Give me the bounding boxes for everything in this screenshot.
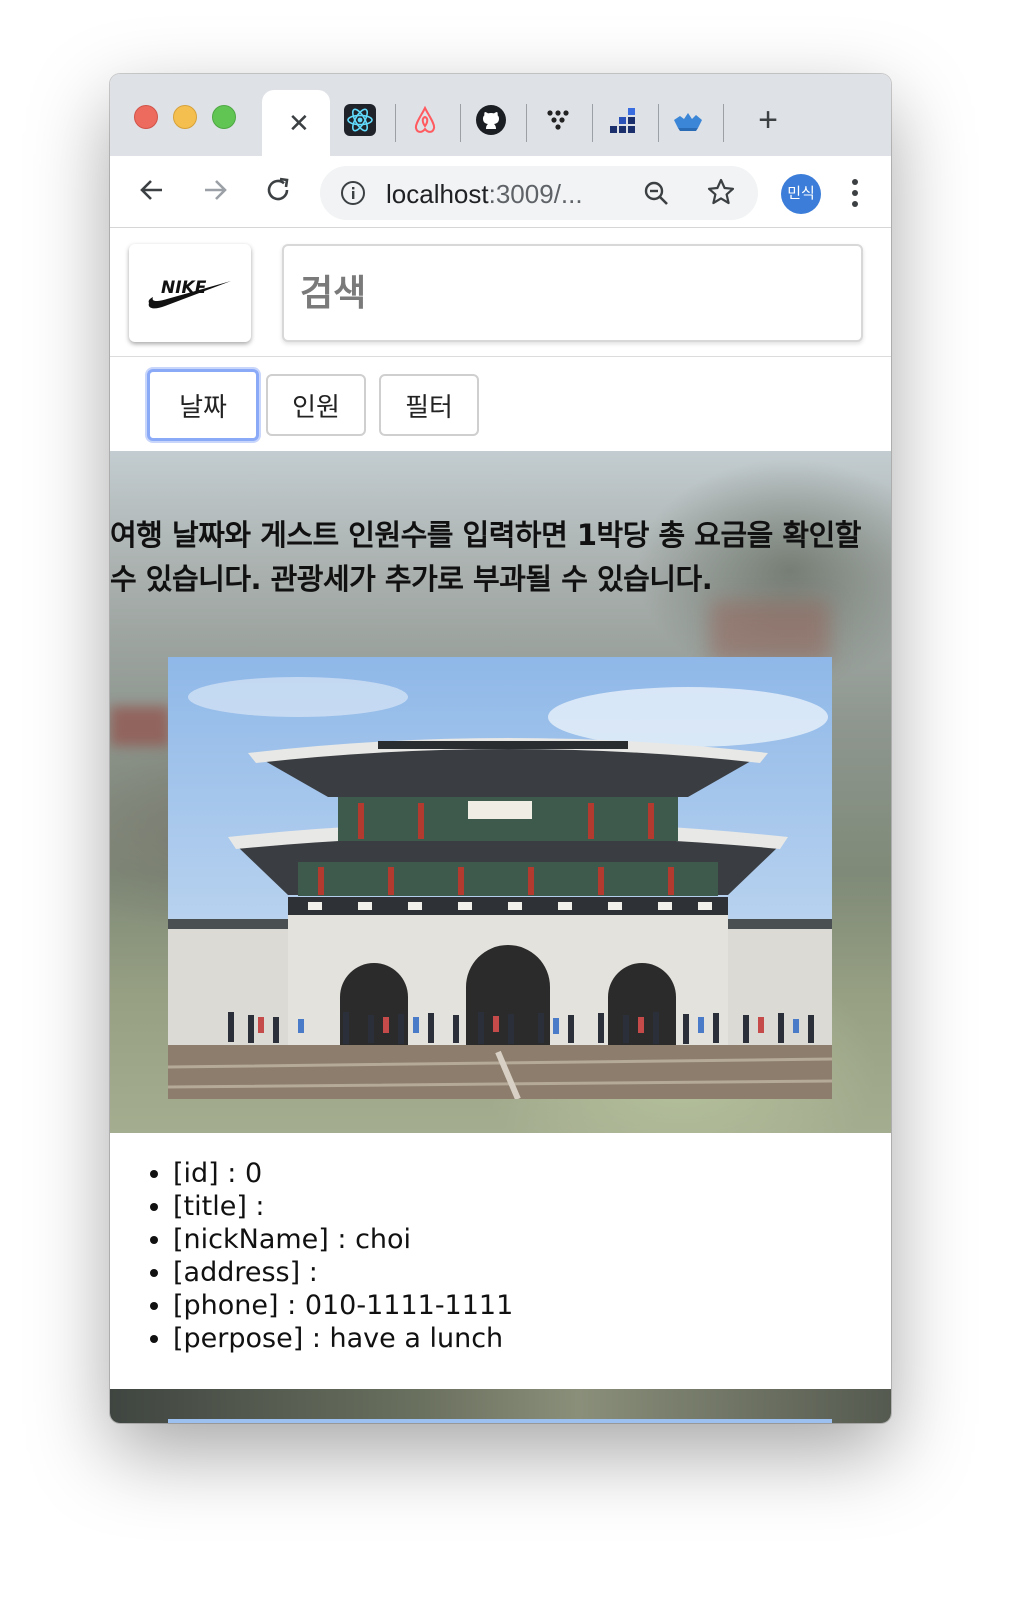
chart-blocks-icon xyxy=(607,104,639,141)
tab-separator xyxy=(395,104,396,142)
reload-button[interactable] xyxy=(260,174,296,210)
listing-details: [id] : 0 [title] : [nickName] : choi [ad… xyxy=(110,1133,891,1389)
tab-separator xyxy=(658,104,659,142)
tab-close-icon[interactable]: ✕ xyxy=(288,108,310,138)
info-icon[interactable] xyxy=(340,180,366,211)
reload-icon xyxy=(264,176,292,209)
toss-icon xyxy=(542,104,574,141)
detail-phone: [phone] : 010-1111-1111 xyxy=(173,1289,513,1322)
profile-avatar[interactable]: 민식 xyxy=(781,174,821,214)
next-listing-photo[interactable] xyxy=(168,1419,832,1423)
url-host: localhost xyxy=(386,179,489,209)
details-list: [id] : 0 [title] : [nickName] : choi [ad… xyxy=(173,1157,513,1355)
minimize-window-button[interactable] xyxy=(173,105,197,129)
close-window-button[interactable] xyxy=(134,105,158,129)
back-button[interactable] xyxy=(134,174,170,210)
date-filter-button[interactable]: 날짜 xyxy=(147,369,259,441)
url-text[interactable]: localhost:3009/... xyxy=(386,179,583,210)
gwanghwamun-photo xyxy=(168,657,832,1099)
svg-text:NIKE: NIKE xyxy=(161,278,207,298)
next-hero-section xyxy=(110,1389,891,1423)
hero-description: 여행 날짜와 게스트 인원수를 입력하면 1박당 총 요금을 확인할 수 있습니… xyxy=(110,518,861,596)
pinned-tab-chart[interactable] xyxy=(605,104,641,140)
page-content: NIKE 날짜 인원 필터 여행 날짜와 게스트 인원수를 입력하면 1박당 총… xyxy=(110,229,891,1423)
pinned-tab-boat[interactable] xyxy=(670,104,706,140)
browser-window: ✕ + localhost:3009/... 민식 NIKE 검색 날짜 인원 … xyxy=(110,74,891,1423)
boat-icon xyxy=(670,104,706,141)
bookmark-star-icon[interactable] xyxy=(706,177,736,212)
zoom-window-button[interactable] xyxy=(212,105,236,129)
zoom-icon[interactable] xyxy=(642,179,670,212)
filter-bar: 날짜 인원 필터 xyxy=(110,357,891,452)
tab-separator xyxy=(526,104,527,142)
search-input[interactable] xyxy=(282,244,863,342)
guests-filter-button[interactable]: 인원 xyxy=(266,374,366,436)
site-header: NIKE xyxy=(110,229,891,357)
react-icon xyxy=(344,103,376,141)
browser-toolbar: localhost:3009/... 민식 xyxy=(110,156,891,228)
nike-logo-button[interactable]: NIKE xyxy=(129,244,251,342)
nike-logo-icon: NIKE xyxy=(148,278,231,309)
pinned-tab-github[interactable] xyxy=(473,104,509,140)
arrow-right-icon xyxy=(201,176,229,209)
active-tab[interactable]: ✕ xyxy=(262,90,330,156)
detail-address: [address] : xyxy=(173,1256,513,1289)
url-rest: :3009/... xyxy=(488,179,583,209)
tab-separator xyxy=(460,104,461,142)
hero-section: 여행 날짜와 게스트 인원수를 입력하면 1박당 총 요금을 확인할 수 있습니… xyxy=(110,451,891,1133)
filter-button[interactable]: 필터 xyxy=(379,374,479,436)
detail-id: [id] : 0 xyxy=(173,1157,513,1190)
airbnb-icon xyxy=(409,104,441,141)
forward-button[interactable] xyxy=(197,174,233,210)
new-tab-button[interactable]: + xyxy=(750,102,786,138)
detail-purpose: [perpose] : have a lunch xyxy=(173,1322,513,1355)
github-icon xyxy=(475,104,507,141)
detail-nickname: [nickName] : choi xyxy=(173,1223,513,1256)
arrow-left-icon xyxy=(138,176,166,209)
pinned-tab-react[interactable] xyxy=(342,103,378,141)
listing-photo[interactable] xyxy=(168,657,832,1099)
pinned-tab-airbnb[interactable] xyxy=(407,104,443,140)
detail-title: [title] : xyxy=(173,1190,513,1223)
pinned-tab-toss[interactable] xyxy=(540,104,576,140)
tab-strip: ✕ + xyxy=(110,74,891,156)
address-bar[interactable]: localhost:3009/... xyxy=(320,166,758,220)
tab-separator xyxy=(723,104,724,142)
more-menu-icon[interactable] xyxy=(850,176,860,215)
tab-separator xyxy=(592,104,593,142)
